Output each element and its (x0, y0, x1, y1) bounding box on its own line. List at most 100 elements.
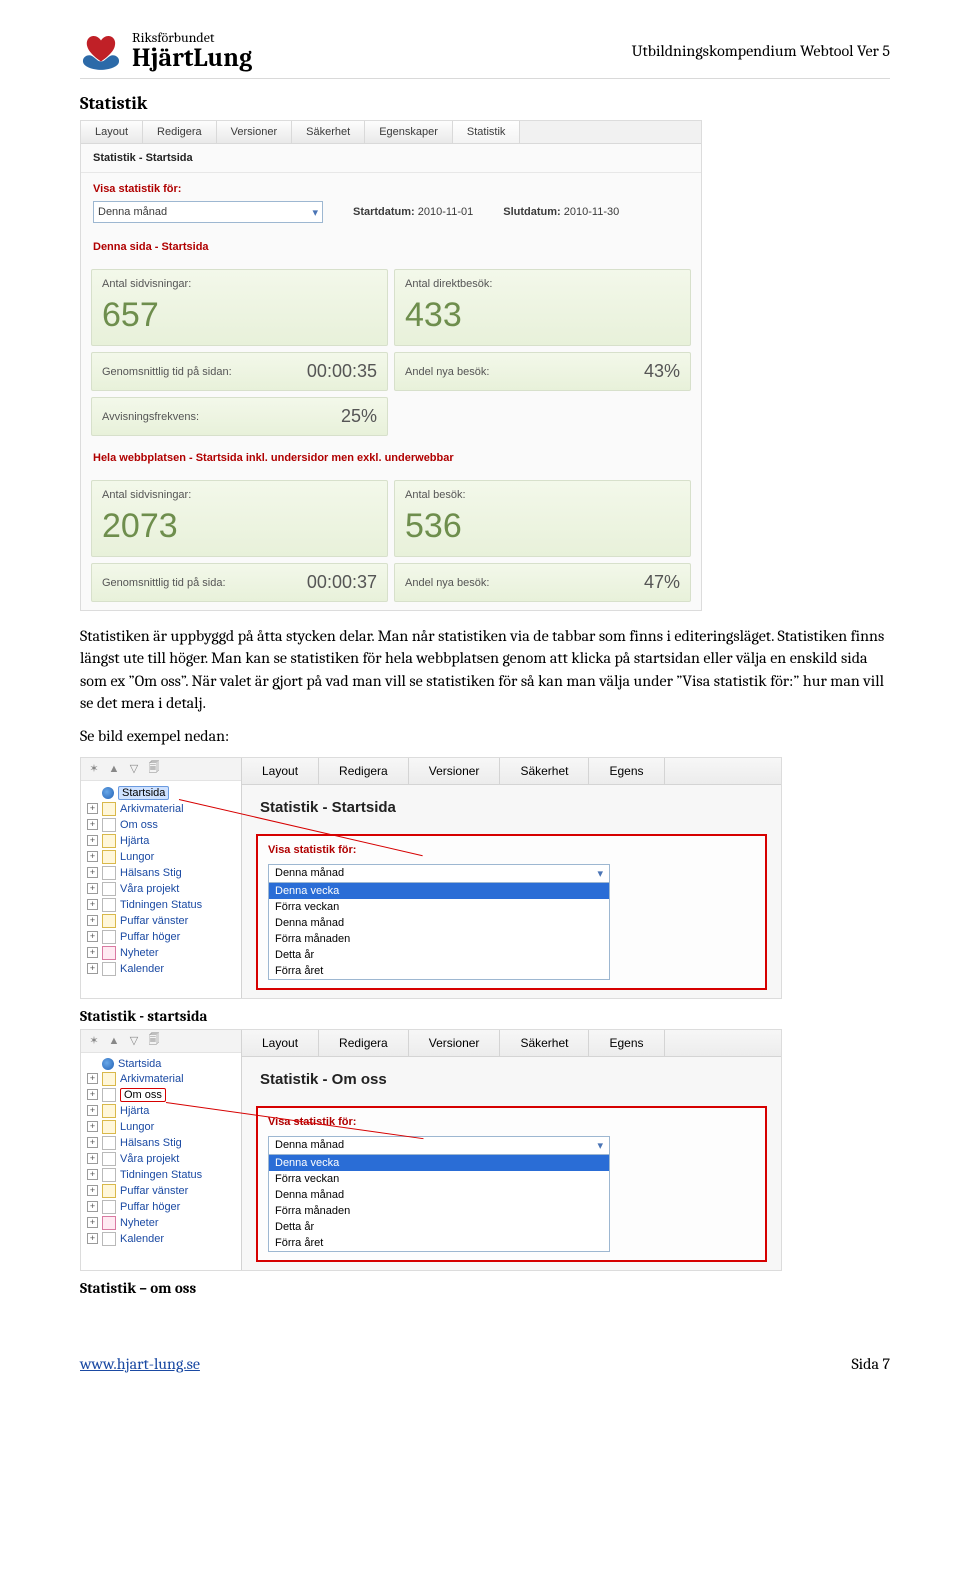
dropdown-option[interactable]: Förra året (269, 963, 609, 979)
stat-tid: Genomsnittlig tid på sidan: 00:00:35 (91, 352, 388, 391)
stat2-tid: Genomsnittlig tid på sida: 00:00:37 (91, 563, 388, 602)
tree-item[interactable]: +Puffar vänster (85, 913, 237, 929)
up-icon[interactable]: ▲ (107, 762, 121, 776)
tab-redigera[interactable]: Redigera (143, 121, 217, 143)
stat2-nyabesok: Andel nya besök: 47% (394, 563, 691, 602)
stat-avvisning: Avvisningsfrekvens: 25% (91, 397, 388, 436)
dropdown-option[interactable]: Förra året (269, 1235, 609, 1251)
tree-item[interactable]: +Arkivmaterial (85, 1071, 237, 1087)
down-icon[interactable]: ▽ (127, 1034, 141, 1048)
stat2-besok: Antal besök: 536 (394, 480, 691, 557)
dropdown-option[interactable]: Förra månaden (269, 1203, 609, 1219)
panel-subhead: Statistik - Startsida (81, 144, 701, 173)
tree-item[interactable]: +Nyheter (85, 1215, 237, 1231)
tab-egenskaper[interactable]: Egenskaper (365, 121, 453, 143)
filter-value: Denna månad (98, 206, 167, 218)
tree-item[interactable]: +Våra projekt (85, 1151, 237, 1167)
tree-item[interactable]: +Hjärta (85, 1103, 237, 1119)
tab-layout[interactable]: Layout (242, 758, 319, 784)
caption-startsida: Statistik - startsida (80, 1007, 890, 1025)
tree-item[interactable]: +Lungor (85, 1119, 237, 1135)
tree-item[interactable]: +Tidningen Status (85, 897, 237, 913)
head2: Statistik - Startsida (242, 785, 781, 830)
logo-icon (80, 30, 122, 72)
head3: Statistik - Om oss (242, 1057, 781, 1102)
dropdown-option[interactable]: Förra veckan (269, 1171, 609, 1187)
tree-item[interactable]: +Våra projekt (85, 881, 237, 897)
tree-item[interactable]: +Puffar höger (85, 1199, 237, 1215)
dropdown-option[interactable]: Denna månad (269, 1187, 609, 1203)
paragraph-seebild: Se bild exempel nedan: (80, 725, 890, 747)
divider (80, 78, 890, 79)
tab-säkerhet[interactable]: Säkerhet (292, 121, 365, 143)
tab-layout[interactable]: Layout (81, 121, 143, 143)
logo: Riksförbundet HjärtLung (80, 30, 252, 72)
new-icon[interactable]: ✶ (87, 1034, 101, 1048)
tree-item[interactable]: +Kalender (85, 961, 237, 977)
section2-head: Hela webbplatsen - Startsida inkl. under… (81, 444, 701, 472)
tree-item[interactable]: +Lungor (85, 849, 237, 865)
tree-item[interactable]: +Hälsans Stig (85, 1135, 237, 1151)
tree-tools: ✶ ▲ ▽ 🗐 (81, 1030, 241, 1053)
stat-sidvisningar: Antal sidvisningar: 657 (91, 269, 388, 346)
tree-item[interactable]: +Nyheter (85, 945, 237, 961)
heading-statistik: Statistik (80, 93, 890, 114)
fig-startsida-example: ✶ ▲ ▽ 🗐 Startsida+Arkivmaterial+Om oss+H… (80, 757, 782, 999)
stat2-sidvisningar: Antal sidvisningar: 2073 (91, 480, 388, 557)
tree-item[interactable]: +Hälsans Stig (85, 865, 237, 881)
down-icon[interactable]: ▽ (127, 762, 141, 776)
doc-header: Utbildningskompendium Webtool Ver 5 (632, 42, 890, 60)
tab-versioner[interactable]: Versioner (409, 758, 501, 784)
footer-url[interactable]: www.hjart-lung.se (80, 1355, 200, 1373)
dropdown-option[interactable]: Förra veckan (269, 899, 609, 915)
tree-item[interactable]: +Hjärta (85, 833, 237, 849)
tab-statistik[interactable]: Statistik (453, 121, 521, 143)
tab-egens[interactable]: Egens (589, 758, 664, 784)
tab-versioner[interactable]: Versioner (409, 1030, 501, 1056)
filter-dropdown[interactable]: Denna månad ▾ Denna veckaFörra veckanDen… (268, 864, 610, 980)
section1-head: Denna sida - Startsida (81, 233, 701, 261)
chevron-down-icon: ▾ (312, 206, 318, 219)
filter-label: Visa statistik för: (93, 183, 689, 195)
tree-item[interactable]: +Puffar höger (85, 929, 237, 945)
tree-item[interactable]: +Arkivmaterial (85, 801, 237, 817)
fig-omoss-example: ✶ ▲ ▽ 🗐 Startsida+Arkivmaterial+Om oss+H… (80, 1029, 782, 1271)
tab-redigera[interactable]: Redigera (319, 1030, 409, 1056)
tab-redigera[interactable]: Redigera (319, 758, 409, 784)
dropdown-option[interactable]: Denna vecka (269, 1155, 609, 1171)
dropdown-option[interactable]: Denna vecka (269, 883, 609, 899)
chevron-down-icon: ▾ (597, 867, 603, 880)
tab-säkerhet[interactable]: Säkerhet (500, 758, 589, 784)
tab-säkerhet[interactable]: Säkerhet (500, 1030, 589, 1056)
paragraph-explain: Statistiken är uppbyggd på åtta stycken … (80, 625, 890, 715)
redbox-filter: Visa statistik för: Denna månad ▾ Denna … (256, 834, 767, 990)
new-icon[interactable]: ✶ (87, 762, 101, 776)
tree-item[interactable]: +Om oss (85, 1087, 237, 1103)
tree-item[interactable]: +Tidningen Status (85, 1167, 237, 1183)
tree-item[interactable]: +Om oss (85, 817, 237, 833)
tree-item[interactable]: +Kalender (85, 1231, 237, 1247)
stat-nyabesok: Andel nya besök: 43% (394, 352, 691, 391)
filter-dropdown[interactable]: Denna månad ▾ Denna veckaFörra veckanDen… (268, 1136, 610, 1252)
up-icon[interactable]: ▲ (107, 1034, 121, 1048)
tab-layout[interactable]: Layout (242, 1030, 319, 1056)
tree-item[interactable]: Startsida (85, 1057, 237, 1071)
fig-statistik-main: LayoutRedigeraVersionerSäkerhetEgenskape… (80, 120, 702, 611)
dropdown-option[interactable]: Detta år (269, 1219, 609, 1235)
copy-icon[interactable]: 🗐 (147, 762, 161, 776)
copy-icon[interactable]: 🗐 (147, 1034, 161, 1048)
tree-item[interactable]: +Puffar vänster (85, 1183, 237, 1199)
dropdown-option[interactable]: Förra månaden (269, 931, 609, 947)
stat-direktbesok: Antal direktbesök: 433 (394, 269, 691, 346)
tree-tools: ✶ ▲ ▽ 🗐 (81, 758, 241, 781)
footer-page: Sida 7 (851, 1355, 890, 1373)
dropdown-option[interactable]: Denna månad (269, 915, 609, 931)
logo-bot: HjärtLung (132, 45, 252, 71)
dropdown-option[interactable]: Detta år (269, 947, 609, 963)
filter-select[interactable]: Denna månad ▾ (93, 201, 323, 223)
tree-item[interactable]: Startsida (85, 785, 237, 801)
tab-versioner[interactable]: Versioner (217, 121, 292, 143)
chevron-down-icon: ▾ (597, 1139, 603, 1152)
redbox-filter: Visa statistik för: Denna månad ▾ Denna … (256, 1106, 767, 1262)
tab-egens[interactable]: Egens (589, 1030, 664, 1056)
